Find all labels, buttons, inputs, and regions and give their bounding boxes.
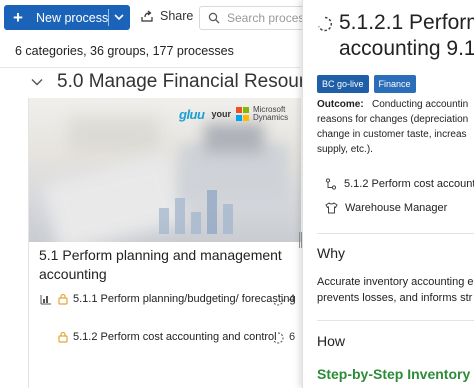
list-item[interactable]: 5.1.2 Perform cost accounting and contro… <box>39 330 301 345</box>
gluu-logo: gluu <box>179 106 205 122</box>
outcome-text: Outcome: Conducting accountin reasons fo… <box>317 99 469 155</box>
section-title: 5.0 Manage Financial Resources <box>57 71 335 92</box>
role-link[interactable]: Warehouse Manager <box>325 202 447 214</box>
role-label: Warehouse Manager <box>345 202 448 214</box>
share-icon <box>141 10 153 22</box>
why-text: Accurate inventory accounting e prevents… <box>317 276 474 304</box>
chevron-down-icon[interactable] <box>112 10 126 24</box>
divider <box>0 67 300 68</box>
why-heading: Why <box>317 245 345 261</box>
chevron-down-icon[interactable] <box>30 75 44 89</box>
process-label: 5.1.1 Perform planning/budgeting/ foreca… <box>73 293 296 305</box>
microsoft-dynamics-label: Microsoft Dynamics <box>252 105 289 122</box>
process-label: 5.1.2 Perform cost accounting and contro… <box>73 331 277 343</box>
microsoft-logo-icon <box>235 107 250 121</box>
search-placeholder: Search process <box>227 11 309 25</box>
search-input[interactable]: Search process <box>199 6 309 30</box>
panel-title: 5.1.2.1 Perform accounting 9.1 <box>339 11 474 60</box>
new-process-label: New process <box>36 10 109 25</box>
card-banner-image: gluu your Microsoft Dynamics <box>29 98 301 242</box>
list-item[interactable]: 5.1.1 Perform planning/budgeting/ foreca… <box>39 292 301 307</box>
lock-icon <box>58 331 68 343</box>
new-process-button[interactable]: + New process <box>4 5 130 30</box>
process-summary: 6 categories, 36 groups, 177 processes <box>15 44 234 58</box>
outcome-label: Outcome: <box>317 99 364 110</box>
hierarchy-icon <box>325 178 337 190</box>
subprocess-count: 4 <box>272 292 295 307</box>
tag-bc-go-live[interactable]: BC go-live <box>317 75 369 93</box>
banner-connector: your <box>211 109 231 119</box>
process-group-card[interactable]: gluu your Microsoft Dynamics 5.1 Perform… <box>28 98 301 388</box>
loading-spinner-icon <box>318 16 333 32</box>
button-divider <box>108 9 109 26</box>
search-icon <box>208 12 220 24</box>
toolbar: + New process Share Search process <box>0 0 309 36</box>
divider <box>317 320 474 321</box>
subprocess-count: 6 <box>272 330 295 345</box>
card-title[interactable]: 5.1 Perform planning and management acco… <box>39 246 297 284</box>
tag-list: BC go-live Finance <box>317 75 421 93</box>
parent-process-link[interactable]: 5.1.2 Perform cost accountin <box>325 178 474 190</box>
how-heading: How <box>317 333 346 349</box>
lock-icon <box>58 293 68 305</box>
shirt-icon <box>325 202 338 214</box>
share-button[interactable]: Share <box>140 9 193 23</box>
loading-spinner-icon <box>272 293 284 306</box>
tag-finance[interactable]: Finance <box>373 75 416 93</box>
step-heading: Step-by-Step Inventory <box>317 366 471 382</box>
share-label: Share <box>160 9 194 23</box>
plus-icon: + <box>13 8 23 27</box>
banner-logos: gluu your Microsoft Dynamics <box>179 106 288 122</box>
section-header[interactable]: 5.0 Manage Financial Resources <box>30 71 335 93</box>
chart-icon <box>40 295 51 305</box>
loading-spinner-icon <box>272 331 284 344</box>
process-detail-panel: 5.1.2.1 Perform accounting 9.1 BC go-liv… <box>302 0 474 388</box>
divider <box>317 233 474 234</box>
parent-process-label: 5.1.2 Perform cost accountin <box>344 178 474 190</box>
blurred-chart-graphic <box>159 190 233 234</box>
